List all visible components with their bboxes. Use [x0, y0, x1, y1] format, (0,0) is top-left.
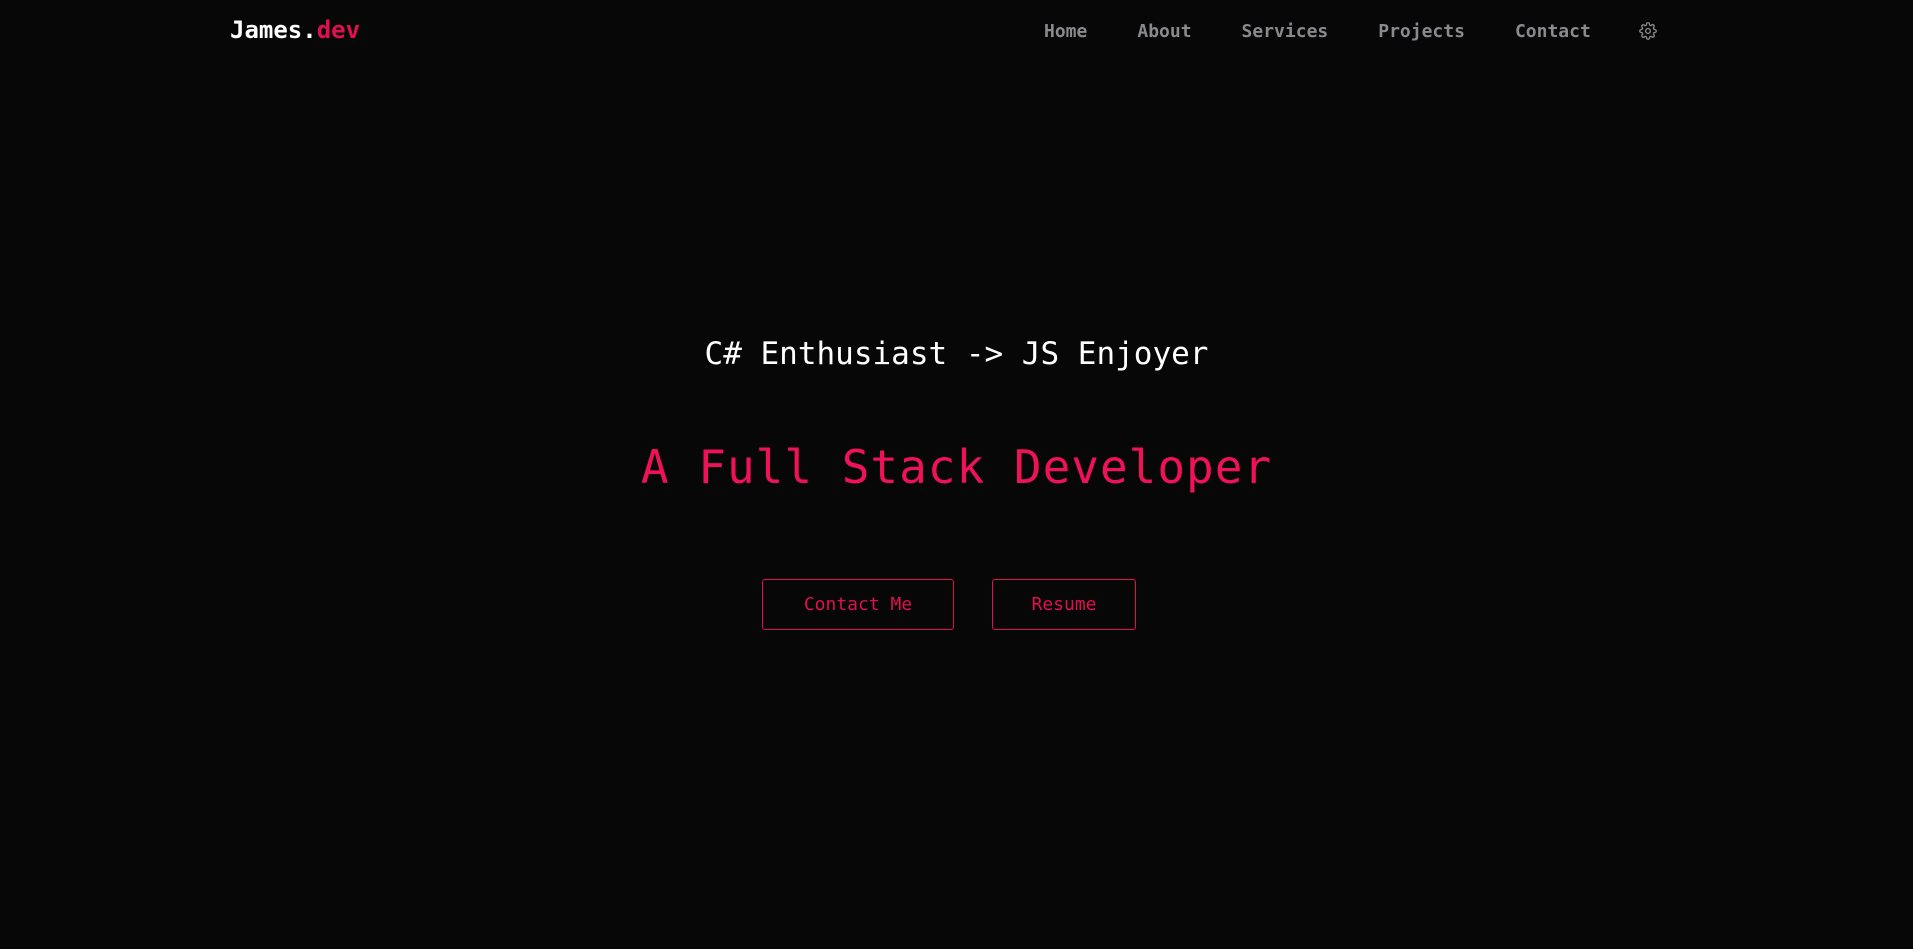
resume-button[interactable]: Resume — [992, 579, 1136, 630]
nav-link-contact[interactable]: Contact — [1515, 21, 1591, 42]
hero-title: A Full Stack Developer — [640, 440, 1273, 494]
nav-link-home[interactable]: Home — [1044, 21, 1087, 42]
settings-button[interactable] — [1637, 20, 1659, 42]
contact-me-button[interactable]: Contact Me — [762, 579, 954, 630]
nav-link-services[interactable]: Services — [1242, 21, 1329, 42]
brand-name: James. — [230, 16, 317, 44]
gear-icon — [1638, 22, 1657, 40]
nav-links: Home About Services Projects Contact — [1044, 20, 1659, 42]
navbar: James.dev Home About Services Projects C… — [0, 0, 1913, 62]
brand-accent: dev — [316, 16, 361, 44]
hero-buttons: Contact Me Resume — [762, 579, 1136, 630]
hero-tagline: C# Enthusiast -> JS Enjoyer — [704, 336, 1209, 372]
nav-link-about[interactable]: About — [1137, 21, 1191, 42]
nav-link-projects[interactable]: Projects — [1378, 21, 1465, 42]
brand-logo[interactable]: James.dev — [230, 16, 360, 44]
